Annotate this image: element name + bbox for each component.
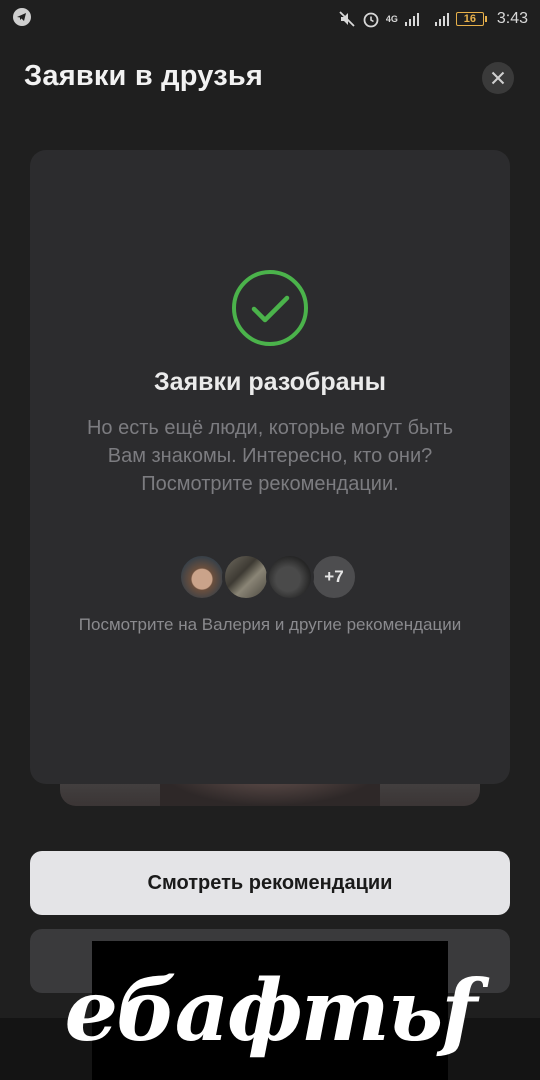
- signal-icon: [434, 11, 450, 27]
- telegram-icon: [12, 7, 32, 31]
- battery-level: 16: [455, 12, 484, 26]
- view-recommendations-button[interactable]: Смотреть рекомендации: [30, 851, 510, 915]
- alarm-icon: [362, 10, 380, 28]
- recommendation-avatars[interactable]: +7: [178, 553, 358, 601]
- signal-icon: [404, 11, 420, 27]
- requests-done-card: Заявки разобраны Но есть ещё люди, котор…: [30, 150, 510, 784]
- watermark-logo: ебафтьf: [65, 941, 477, 1080]
- avatar[interactable]: [222, 553, 270, 601]
- status-time: 3:43: [496, 10, 528, 27]
- avatar[interactable]: [266, 553, 314, 601]
- close-button[interactable]: [482, 62, 514, 94]
- network-type-label: 4G: [385, 14, 398, 24]
- close-icon: [491, 71, 505, 85]
- page-title: Заявки в друзья: [24, 60, 263, 92]
- recommendations-caption[interactable]: Посмотрите на Валерия и другие рекоменда…: [70, 613, 470, 636]
- card-description: Но есть ещё люди, которые могут быть Вам…: [86, 417, 453, 495]
- status-bar: 4G 16 3:43: [0, 0, 540, 38]
- battery-icon: 16: [455, 12, 487, 26]
- avatar[interactable]: [178, 553, 226, 601]
- mute-icon: [338, 10, 356, 28]
- card-title: Заявки разобраны: [154, 368, 386, 396]
- check-circle-icon: [232, 270, 308, 346]
- watermark-text: ебафтьf: [64, 960, 478, 1060]
- more-count-badge[interactable]: +7: [310, 553, 358, 601]
